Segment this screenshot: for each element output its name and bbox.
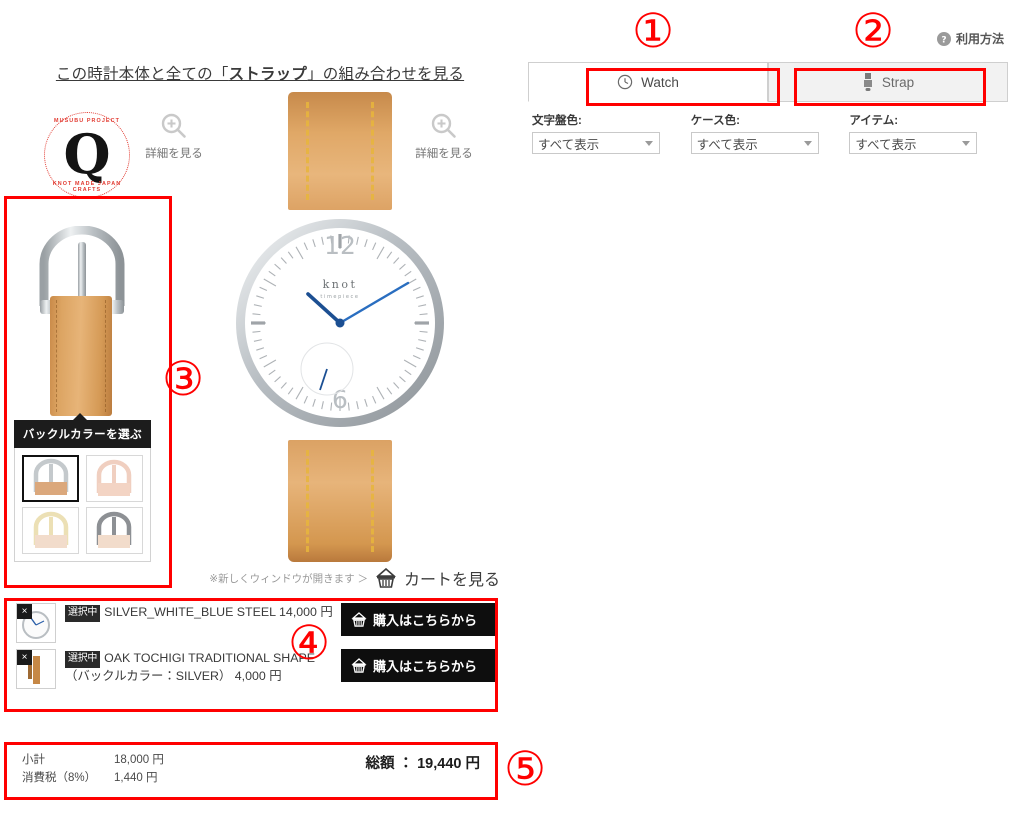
- filter-item-select[interactable]: すべて表示: [849, 132, 978, 154]
- buckle-swatch-gold[interactable]: [22, 507, 79, 554]
- grand-total-value: 19,440 円: [417, 756, 480, 772]
- buckle-swatch-silver[interactable]: [22, 455, 79, 502]
- combo-link-post: 」の組み合わせを見る: [307, 66, 465, 83]
- cart-item-price: 14,000 円: [279, 605, 333, 619]
- tax-label: 消費税（8%）: [22, 771, 97, 784]
- buckle-silver-icon: [33, 458, 68, 495]
- buckle-swatch-grid: [14, 448, 151, 562]
- new-window-note: ※新しくウィンドウが開きます ＞: [209, 572, 368, 585]
- filter-dial-color-select[interactable]: すべて表示: [532, 132, 660, 154]
- list-item: × 選択中 SILVER_WHITE_BLUE STEEL 14,000 円 購…: [12, 600, 496, 646]
- buckle-color-chooser[interactable]: バックルカラーを選ぶ: [14, 413, 151, 562]
- list-item: × 選択中 OAK TOCHIGI TRADITIONAL SHAPE（バックルカ…: [12, 646, 496, 692]
- remove-item-button[interactable]: ×: [17, 650, 32, 665]
- selected-items-list: × 選択中 SILVER_WHITE_BLUE STEEL 14,000 円 購…: [12, 600, 496, 692]
- view-cart-label[interactable]: カートを見る: [404, 566, 500, 590]
- tab-strap-label: Strap: [881, 74, 915, 90]
- cart-item-name: SILVER_WHITE_BLUE STEEL: [104, 605, 276, 619]
- strap-detail-zoom-link[interactable]: 詳細を見る: [134, 112, 214, 162]
- buckle-swatch-black[interactable]: [85, 507, 143, 554]
- filter-item-label: アイテム:: [849, 115, 899, 127]
- grand-total-label: 総額 ：: [365, 756, 414, 772]
- filter-case-color-select[interactable]: すべて表示: [690, 132, 819, 154]
- cart-item-text: 選択中 OAK TOCHIGI TRADITIONAL SHAPE（バックルカラー…: [65, 649, 333, 686]
- chevron-down-icon: [645, 141, 653, 146]
- chevron-down-icon: [962, 141, 971, 146]
- view-cart-row[interactable]: ※新しくウィンドウが開きます ＞ カートを見る: [190, 566, 500, 590]
- svg-text:timepiece: timepiece: [320, 294, 359, 300]
- buckle-gold-icon: [33, 511, 68, 548]
- filter-dial-color-label: 文字盤色:: [532, 115, 582, 127]
- remove-item-button[interactable]: ×: [17, 604, 32, 619]
- upper-strap: [288, 92, 392, 210]
- filter-case-color-value: すべて表示: [696, 137, 758, 152]
- cart-item-price: 4,000 円: [234, 668, 282, 683]
- buckle-pinkgold-icon: [96, 459, 132, 496]
- chooser-tip: [72, 413, 88, 421]
- assembled-watch-preview: 12 6 knot timepiece: [232, 92, 448, 562]
- lower-strap: [288, 440, 392, 562]
- status-badge: 選択中: [65, 605, 101, 622]
- view-all-strap-combinations-link[interactable]: この時計本体と全ての「ストラップ」の組み合わせを見る: [0, 62, 520, 84]
- chevron-down-icon: [803, 141, 812, 146]
- cart-item-thumbnail: ×: [16, 603, 56, 643]
- svg-text:12: 12: [324, 231, 356, 260]
- clock-icon: [617, 74, 633, 90]
- tab-watch-label: Watch: [641, 74, 679, 90]
- buy-now-button[interactable]: 購入はこちらから: [341, 603, 496, 636]
- product-picker-panel: ? 利用方法 Watch Strap 文字盤色: すべて表示 ケース色: すべて…: [520, 0, 1024, 826]
- strap-icon: [863, 73, 872, 91]
- filter-item-value: すべて表示: [855, 137, 917, 152]
- buckle-black-icon: [96, 511, 132, 548]
- combo-link-strong: ストラップ: [228, 66, 308, 83]
- filter-case-color: ケース色: すべて表示: [690, 112, 850, 154]
- subtotal-label: 小計: [22, 754, 45, 766]
- how-to-use-link[interactable]: ? 利用方法: [936, 30, 1004, 47]
- help-circle-icon: ?: [936, 31, 951, 46]
- filter-dial-color: 文字盤色: すべて表示: [532, 112, 691, 154]
- tax-value: 1,440 円: [114, 771, 158, 784]
- svg-text:6: 6: [332, 385, 348, 414]
- status-badge: 選択中: [65, 651, 101, 668]
- tab-strap[interactable]: Strap: [768, 62, 1008, 102]
- basket-icon: [375, 568, 397, 588]
- how-to-use-label: 利用方法: [955, 32, 1004, 46]
- filter-case-color-label: ケース色:: [690, 115, 740, 127]
- cart-item-text: 選択中 SILVER_WHITE_BLUE STEEL 14,000 円: [65, 603, 333, 622]
- buy-now-label: 購入はこちらから: [373, 613, 478, 628]
- buckle-chooser-title: バックルカラーを選ぶ: [14, 420, 151, 448]
- knot-brand-logo: MUSUBU PROJECT Q KNOT MADE JAPAN CRAFTS: [44, 112, 130, 198]
- buy-now-label: 購入はこちらから: [373, 659, 478, 674]
- tab-watch[interactable]: Watch: [528, 62, 768, 102]
- logo-arc-bottom-text: KNOT MADE JAPAN CRAFTS: [52, 181, 122, 193]
- product-filters: 文字盤色: すべて表示 ケース色: すべて表示 アイテム: すべて表示: [532, 112, 1008, 154]
- strap-detail-label: 詳細を見る: [145, 148, 203, 160]
- logo-q-glyph: Q: [63, 121, 111, 186]
- order-totals: 小計 18,000 円 消費税（8%） 1,440 円 総額 ： 19,440 …: [12, 744, 496, 800]
- magnifier-plus-icon: [161, 113, 186, 138]
- watch-face-graphic: 12 6 knot timepiece: [236, 219, 444, 427]
- watch-configurator-preview: この時計本体と全ての「ストラップ」の組み合わせを見る MUSUBU PROJEC…: [0, 0, 520, 826]
- svg-text:knot: knot: [323, 278, 358, 291]
- subtotal-value: 18,000 円: [114, 754, 164, 766]
- basket-icon: [351, 612, 367, 627]
- svg-text:?: ?: [941, 35, 946, 45]
- strap-preview-image[interactable]: [12, 222, 152, 417]
- filter-item: アイテム: すべて表示: [849, 112, 1008, 154]
- combo-link-pre: この時計本体と全ての「: [55, 66, 229, 83]
- buy-now-button[interactable]: 購入はこちらから: [341, 649, 496, 682]
- filter-dial-color-value: すべて表示: [538, 137, 600, 152]
- basket-icon: [351, 658, 367, 673]
- grand-total: 総額 ： 19,440 円: [366, 752, 480, 773]
- buckle-swatch-pinkgold[interactable]: [85, 455, 143, 502]
- product-type-tabs: Watch Strap: [528, 62, 1008, 102]
- strap-leather-band: [50, 296, 112, 416]
- cart-item-thumbnail: ×: [16, 649, 56, 689]
